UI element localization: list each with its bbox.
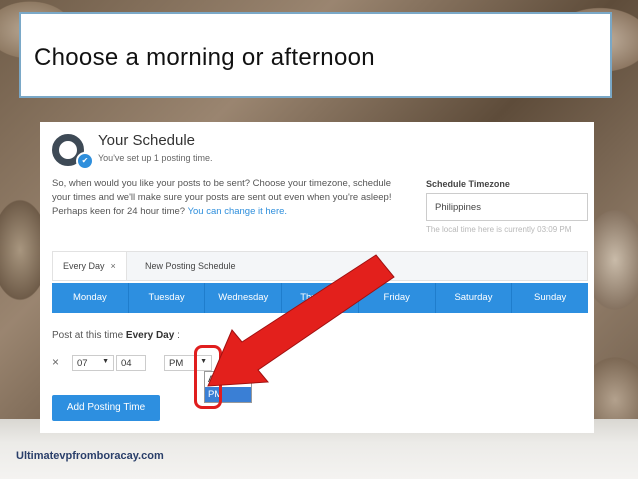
add-posting-time-button[interactable]: Add Posting Time bbox=[52, 395, 160, 421]
tab-every-day[interactable]: Every Day × bbox=[53, 252, 127, 280]
slide-title-box: Choose a morning or afternoon bbox=[19, 12, 612, 98]
post-at-bold: Every Day bbox=[125, 330, 175, 341]
chevron-down-icon: ▼ bbox=[102, 358, 109, 365]
timezone-label: Schedule Timezone bbox=[426, 179, 510, 189]
schedule-subheading: You've set up 1 posting time. bbox=[98, 153, 213, 163]
day-wednesday[interactable]: Wednesday bbox=[205, 283, 283, 313]
timezone-note: The local time here is currently 03:09 P… bbox=[426, 225, 572, 234]
description-text-2: Perhaps keen for 24 hour time? bbox=[52, 206, 186, 217]
post-at-suffix: : bbox=[177, 330, 180, 341]
days-bar: Monday Tuesday Wednesday Thursday Friday… bbox=[52, 283, 588, 313]
schedule-panel: ✔ Your Schedule You've set up 1 posting … bbox=[40, 122, 594, 433]
highlight-box bbox=[194, 345, 222, 409]
timezone-input[interactable]: Philippines bbox=[426, 193, 588, 221]
post-at-prefix: Post at this time bbox=[52, 330, 124, 341]
day-saturday[interactable]: Saturday bbox=[436, 283, 513, 313]
day-monday[interactable]: Monday bbox=[52, 283, 129, 313]
tab-new-posting-schedule[interactable]: New Posting Schedule bbox=[135, 252, 246, 280]
day-sunday[interactable]: Sunday bbox=[512, 283, 588, 313]
day-thursday[interactable]: Thursday bbox=[282, 283, 359, 313]
tab-label: Every Day bbox=[63, 261, 105, 271]
slide-title: Choose a morning or afternoon bbox=[34, 44, 375, 71]
hour-value: 07 bbox=[77, 358, 88, 369]
minute-select[interactable]: 04 bbox=[116, 355, 146, 371]
hour-select[interactable]: 07 ▼ bbox=[72, 355, 114, 371]
change-time-format-link[interactable]: You can change it here. bbox=[188, 206, 287, 217]
schedule-tabs: Every Day × New Posting Schedule bbox=[52, 251, 588, 281]
footer-brand: Ultimatevpfromboracay.com bbox=[16, 450, 164, 462]
post-at-label: Post at this time Every Day : bbox=[52, 330, 180, 341]
twitter-icon: ✔ bbox=[76, 152, 94, 170]
schedule-heading: Your Schedule bbox=[98, 132, 196, 149]
remove-time-icon[interactable]: × bbox=[52, 355, 59, 369]
minute-value: 04 bbox=[121, 358, 132, 369]
description-text: So, when would you like your posts to be… bbox=[52, 178, 392, 203]
schedule-description: So, when would you like your posts to be… bbox=[52, 177, 412, 219]
day-friday[interactable]: Friday bbox=[359, 283, 436, 313]
close-tab-icon[interactable]: × bbox=[111, 261, 116, 271]
day-tuesday[interactable]: Tuesday bbox=[129, 283, 206, 313]
period-value: PM bbox=[169, 358, 184, 369]
